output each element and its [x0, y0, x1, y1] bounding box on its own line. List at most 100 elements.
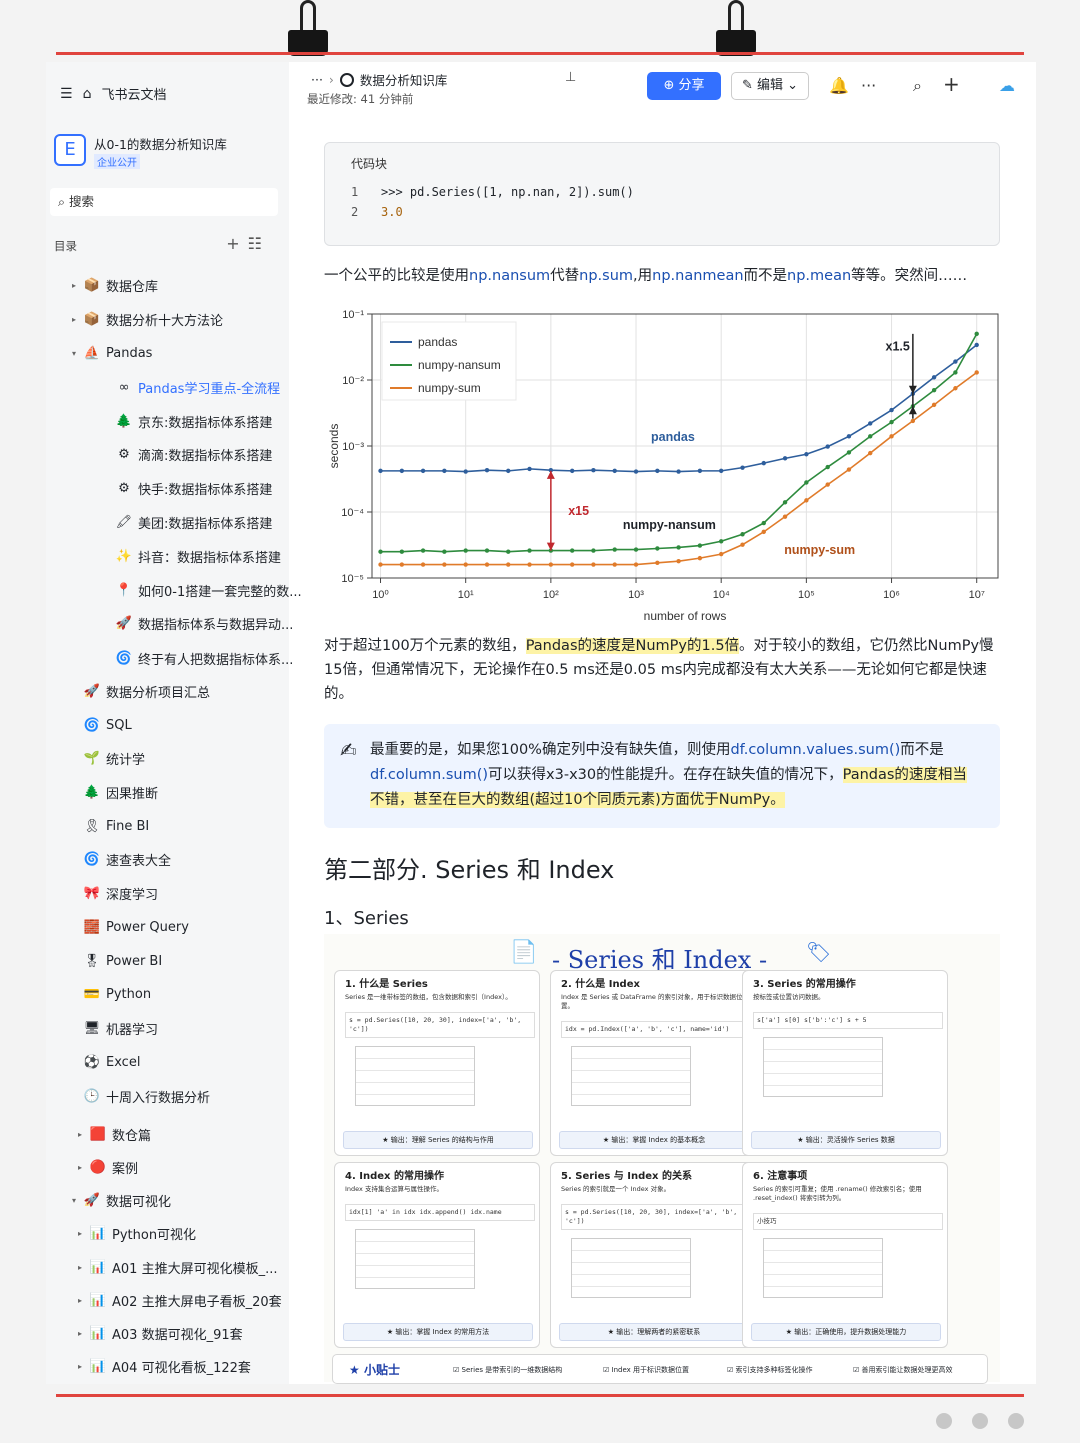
data-point-numpy-sum [655, 560, 660, 565]
sidebar-item[interactable]: 🧱 Power Query [72, 912, 189, 942]
carousel-dot[interactable] [936, 1413, 952, 1429]
data-point-numpy-sum [804, 498, 809, 503]
sidebar-item-label: 十周入行数据分析 [106, 1090, 211, 1106]
chevron-right-icon[interactable]: ▸ [78, 1263, 90, 1272]
sidebar-search[interactable]: ⌕ 搜索 [50, 188, 278, 216]
card-footer: ★ 输出：正确使用，提升数据处理能力 [751, 1323, 941, 1341]
sidebar-item[interactable]: 🌀 终于有人把数据指标体系... [104, 643, 294, 673]
card-title: 4. Index 的常用操作 [345, 1171, 444, 1182]
sidebar-item[interactable]: ▸ 📊 A02 主推大屏电子看板_20套 [78, 1285, 282, 1315]
data-point-pandas [633, 469, 639, 474]
share-button[interactable]: ⊕ 分享 [647, 72, 721, 100]
breadcrumb-more[interactable]: ··· [311, 72, 323, 87]
knowledge-base-header[interactable]: E 从0-1的数据分析知识库 企业公开 [54, 132, 282, 174]
chevron-right-icon[interactable]: ▸ [78, 1229, 90, 1238]
code-block[interactable]: 代码块 1 >>> pd.Series([1, np.nan, 2]).sum()… [324, 142, 1000, 246]
chevron-right-icon[interactable]: ▸ [78, 1163, 90, 1172]
search-icon[interactable]: ⌕ [913, 76, 922, 96]
sidebar-item-label: Pandas [106, 345, 153, 361]
chevron-down-icon[interactable]: ▾ [72, 349, 84, 358]
sidebar-item[interactable]: 💳 Python [72, 979, 151, 1009]
data-point-pandas [889, 407, 894, 413]
data-point-numpy-sum [612, 562, 617, 567]
data-point-pandas [484, 467, 490, 473]
sidebar-item[interactable]: ▸ 📊 A01 主推大屏可视化模板_... [78, 1252, 277, 1282]
sidebar-item-label: SQL [106, 717, 132, 733]
card-desc: Series 的索引就是一个 Index 对象。 s = pd.Series([1… [561, 1185, 751, 1298]
sidebar-item[interactable]: 🌀 SQL [72, 710, 132, 740]
x-tick-label: 10¹ [458, 589, 474, 601]
sidebar-item[interactable]: ▸ 📊 Python可视化 [78, 1218, 196, 1248]
sidebar-item[interactable]: 🌀 速查表大全 [72, 844, 171, 874]
page-icon: 🚀 [83, 1192, 101, 1208]
chevron-right-icon[interactable]: ▸ [78, 1296, 90, 1305]
data-point-numpy-nansum [953, 370, 958, 375]
bell-icon[interactable]: 🔔 [829, 76, 849, 95]
screenshot-window: ☰ ⌂ 飞书云文档 E 从0-1的数据分析知识库 企业公开 ⌕ 搜索 目录 +☷… [46, 62, 1036, 1384]
data-point-pandas [782, 456, 788, 461]
sidebar-item[interactable]: ▾ 🚀 数据可视化 [72, 1185, 171, 1215]
legend-label: numpy-sum [418, 381, 481, 395]
chevron-right-icon[interactable]: ▸ [78, 1329, 90, 1338]
page-icon: ∞ [118, 379, 130, 395]
carousel-dot[interactable] [972, 1413, 988, 1429]
sidebar-item[interactable]: 🌲 因果推断 [72, 777, 158, 807]
sidebar-item[interactable]: ▸ 📊 A03 数据可视化_91套 [78, 1318, 243, 1348]
card-footer: ★ 输出：理解两者的紧密联系 [559, 1323, 749, 1341]
sidebar-item[interactable]: 🌱 统计学 [72, 743, 145, 773]
sidebar-item[interactable]: 🌲 京东:数据指标体系搭建 [104, 406, 272, 436]
card-footer: ★ 输出：灵活操作 Series 数据 [751, 1131, 941, 1149]
info-card: 4. Index 的常用操作 Index 支持集合运算与属性操作。 idx[1] '… [334, 1162, 540, 1348]
add-page-icon[interactable]: + [226, 234, 247, 253]
sidebar-item[interactable]: 🖍 美团:数据指标体系搭建 [104, 507, 273, 537]
chevron-down-icon[interactable]: ▾ [72, 1196, 84, 1205]
data-point-numpy-nansum [527, 548, 532, 553]
doc-title[interactable]: 数据分析知识库 [360, 70, 448, 89]
sidebar-item[interactable]: ▸ 📊 A04 可视化看板_122套 [78, 1351, 251, 1381]
data-point-numpy-sum [484, 562, 490, 567]
edit-mode-button[interactable]: ✎ 编辑 ⌄ [731, 72, 809, 100]
add-icon[interactable]: + [943, 72, 960, 96]
sidebar-item[interactable]: ⚙ 滴滴:数据指标体系搭建 [104, 439, 272, 469]
more-icon[interactable]: ··· [861, 76, 876, 95]
sidebar-item[interactable]: 🚀 数据指标体系与数据异动... [104, 608, 294, 638]
sidebar-item[interactable]: ∞ Pandas学习重点-全流程 [104, 372, 281, 402]
sidebar-item[interactable]: ▸ 📦 数据仓库 [72, 270, 158, 300]
page-icon: 🚀 [115, 615, 133, 631]
sidebar-item[interactable]: 🕒 十周入行数据分析 [72, 1081, 210, 1111]
data-point-numpy-nansum [846, 450, 852, 455]
tips-label: ★ 小贴士 [349, 1363, 400, 1377]
page-icon: 🌱 [83, 750, 101, 766]
info-card: 6. 注意事项 Series 的索引可重复；使用 .rename() 修改索引名；… [742, 1162, 948, 1348]
sidebar-item[interactable]: 🚀 数据分析项目汇总 [72, 676, 210, 706]
sidebar-item[interactable]: 🎀 深度学习 [72, 878, 158, 908]
pin-icon[interactable]: ⊥ [565, 70, 576, 85]
sidebar-item[interactable]: 🎖 Power BI [72, 946, 162, 976]
sidebar-item[interactable]: ⚙ 快手:数据指标体系搭建 [104, 473, 272, 503]
sidebar-item[interactable]: ▾ ⛵ Pandas [72, 338, 152, 368]
chevron-right-icon[interactable]: ▸ [72, 281, 84, 290]
collapse-sidebar-icon[interactable]: ☰ [60, 86, 73, 102]
sidebar-item[interactable]: ▸ 🟥 数仓篇 [78, 1119, 151, 1149]
home-icon[interactable]: ⌂ [83, 86, 92, 102]
data-point-numpy-sum [697, 555, 703, 561]
card-footer: ★ 输出：理解 Series 的结构与作用 [343, 1131, 533, 1149]
card-footer: ★ 输出：掌握 Index 的基本概念 [559, 1131, 749, 1149]
app-name[interactable]: 飞书云文档 [101, 84, 166, 103]
chevron-right-icon[interactable]: ▸ [78, 1362, 90, 1371]
sidebar-item[interactable]: ▸ 📦 数据分析十大方法论 [72, 304, 223, 334]
carousel-dot[interactable] [1008, 1413, 1024, 1429]
sidebar-item[interactable]: 🎗 Fine BI [72, 811, 150, 841]
data-point-numpy-sum [740, 542, 745, 547]
page-icon: 📊 [89, 1292, 107, 1308]
sidebar-item[interactable]: 📍 如何0-1搭建一套完整的数... [104, 575, 302, 605]
sidebar-item[interactable]: 🖥 机器学习 [72, 1013, 158, 1043]
sidebar-item[interactable]: ⚽ Excel [72, 1047, 141, 1077]
sidebar-item[interactable]: ▸ 🔴 案例 [78, 1152, 138, 1182]
outline-icon[interactable]: ☷ [248, 234, 270, 253]
sidebar-item[interactable]: ✨ 抖音：数据指标体系搭建 [104, 541, 281, 571]
chevron-right-icon[interactable]: ▸ [78, 1130, 90, 1139]
chevron-right-icon[interactable]: ▸ [72, 315, 84, 324]
data-point-numpy-sum [953, 386, 958, 391]
cloud-icon[interactable]: ☁ [999, 76, 1015, 95]
